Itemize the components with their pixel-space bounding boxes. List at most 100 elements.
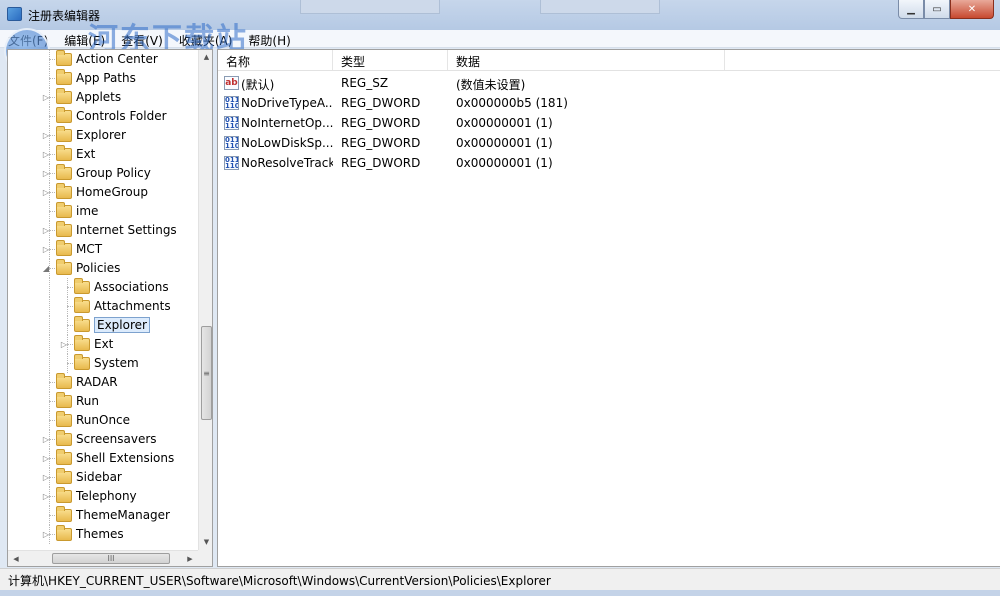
collapsed-arrow-icon[interactable]: ▷ xyxy=(41,472,51,483)
column-header-data[interactable]: 数据 xyxy=(448,50,725,70)
folder-icon xyxy=(56,240,72,256)
value-name: NoLowDiskSp... xyxy=(241,136,333,150)
value-data: 0x000000b5 (181) xyxy=(456,96,568,110)
collapsed-arrow-icon[interactable]: ▷ xyxy=(41,168,51,179)
value-name: NoResolveTrack xyxy=(241,156,333,170)
status-bar-path: 计算机\HKEY_CURRENT_USER\Software\Microsoft… xyxy=(0,568,1000,590)
background-window-tab xyxy=(540,0,660,14)
column-header-type[interactable]: 类型 xyxy=(333,50,448,70)
collapsed-arrow-icon[interactable]: ▷ xyxy=(41,453,51,464)
tree-horizontal-scrollbar[interactable]: ◀ III ▶ xyxy=(8,550,198,566)
tree-item[interactable]: System xyxy=(8,354,198,373)
tree-item[interactable]: ▷ Telephony xyxy=(8,487,198,506)
folder-icon xyxy=(56,430,72,446)
folder-icon xyxy=(74,316,90,332)
folder-icon xyxy=(56,506,72,522)
tree-item[interactable]: ▷ Applets xyxy=(8,88,198,107)
folder-icon xyxy=(56,259,72,275)
minimize-button[interactable]: ▁ xyxy=(898,0,924,19)
collapsed-arrow-icon[interactable]: ▷ xyxy=(41,529,51,540)
tree-item[interactable]: ▷ Internet Settings xyxy=(8,221,198,240)
tree-item-label: Attachments xyxy=(94,299,171,313)
window-title: 注册表编辑器 xyxy=(28,9,101,23)
scrollbar-corner xyxy=(198,550,212,566)
list-item[interactable]: 011 110 NoInternetOp... REG_DWORD 0x0000000… xyxy=(218,113,1000,133)
expanded-arrow-icon[interactable]: ◢ xyxy=(41,263,51,274)
tree-item[interactable]: ▷ Explorer xyxy=(8,126,198,145)
folder-icon xyxy=(56,126,72,142)
tree-item-label: Controls Folder xyxy=(76,109,167,123)
folder-icon xyxy=(56,164,72,180)
tree-item[interactable]: ▷ Shell Extensions xyxy=(8,449,198,468)
list-header: 名称 类型 数据 xyxy=(218,50,1000,71)
menu-help[interactable]: 帮助(H) xyxy=(240,30,298,48)
collapsed-arrow-icon[interactable]: ▷ xyxy=(41,491,51,502)
collapsed-arrow-icon[interactable]: ▷ xyxy=(41,187,51,198)
collapsed-arrow-icon[interactable]: ▷ xyxy=(41,130,51,141)
menu-favorites[interactable]: 收藏夹(A) xyxy=(171,30,241,48)
collapsed-arrow-icon[interactable]: ▷ xyxy=(41,244,51,255)
menu-file[interactable]: 文件(F) xyxy=(0,30,56,48)
folder-icon xyxy=(56,88,72,104)
scroll-right-arrow-icon[interactable]: ▶ xyxy=(182,551,198,566)
menu-bar: 文件(F) 编辑(E) 查看(V) 收藏夹(A) 帮助(H) xyxy=(0,30,1000,48)
tree-hscroll-thumb[interactable]: III xyxy=(52,553,170,564)
list-item[interactable]: 011 110 NoLowDiskSp... REG_DWORD 0x00000001… xyxy=(218,133,1000,153)
scroll-up-arrow-icon[interactable]: ▲ xyxy=(199,50,212,65)
tree-item[interactable]: Attachments xyxy=(8,297,198,316)
menu-edit[interactable]: 编辑(E) xyxy=(56,30,113,48)
tree-item[interactable]: Run xyxy=(8,392,198,411)
tree-item[interactable]: ▷ Ext xyxy=(8,145,198,164)
folder-icon xyxy=(56,50,72,66)
tree-item[interactable]: ▷ Ext xyxy=(8,335,198,354)
tree-item[interactable]: Explorer xyxy=(8,316,198,335)
scroll-left-arrow-icon[interactable]: ◀ xyxy=(8,551,24,566)
tree-item[interactable]: Action Center xyxy=(8,50,198,69)
tree-item[interactable]: ▷ Themes xyxy=(8,525,198,544)
list-item[interactable]: 011 110 NoDriveTypeA... REG_DWORD 0x000000b… xyxy=(218,93,1000,113)
collapsed-arrow-icon[interactable]: ▷ xyxy=(59,339,69,350)
tree-item[interactable]: App Paths xyxy=(8,69,198,88)
value-data: 0x00000001 (1) xyxy=(456,136,553,150)
tree-item[interactable]: ▷ Group Policy xyxy=(8,164,198,183)
tree-item-label: ime xyxy=(76,204,99,218)
list-item[interactable]: ab (默认) REG_SZ (数值未设置) xyxy=(218,73,1000,93)
collapsed-arrow-icon[interactable]: ▷ xyxy=(41,149,51,160)
registry-values-list[interactable]: 名称 类型 数据 ab (默认) REG_SZ (数值未设置) 011 110 NoDri… xyxy=(217,49,1000,567)
tree-item-label: Group Policy xyxy=(76,166,151,180)
tree-item[interactable]: ▷ MCT xyxy=(8,240,198,259)
value-type: REG_DWORD xyxy=(341,136,421,150)
collapsed-arrow-icon[interactable]: ▷ xyxy=(41,225,51,236)
dword-value-icon: 011 110 xyxy=(224,96,239,110)
tree-item[interactable]: ◢ Policies xyxy=(8,259,198,278)
dword-value-icon: 011 110 xyxy=(224,156,239,170)
folder-icon xyxy=(74,354,90,370)
folder-icon xyxy=(56,221,72,237)
tree-content: Action Center App Paths ▷ Applets Controls F… xyxy=(8,50,198,550)
window-bottom-border xyxy=(0,590,1000,596)
tree-item[interactable]: ▷ HomeGroup xyxy=(8,183,198,202)
tree-item[interactable]: ▷ Screensavers xyxy=(8,430,198,449)
tree-item[interactable]: RADAR xyxy=(8,373,198,392)
tree-item[interactable]: ▷ Sidebar xyxy=(8,468,198,487)
tree-item[interactable]: Controls Folder xyxy=(8,107,198,126)
list-item[interactable]: 011 110 NoResolveTrack REG_DWORD 0x00000001… xyxy=(218,153,1000,173)
maximize-button[interactable]: ▭ xyxy=(924,0,950,19)
folder-icon xyxy=(56,373,72,389)
tree-item-label: Run xyxy=(76,394,100,408)
menu-view[interactable]: 查看(V) xyxy=(113,30,171,48)
tree-item[interactable]: ime xyxy=(8,202,198,221)
tree-item[interactable]: Associations xyxy=(8,278,198,297)
tree-vertical-scrollbar[interactable]: ▲ ≡ ▼ xyxy=(198,50,212,550)
registry-key-tree[interactable]: Action Center App Paths ▷ Applets Controls F… xyxy=(7,49,213,567)
collapsed-arrow-icon[interactable]: ▷ xyxy=(41,92,51,103)
tree-item[interactable]: ThemeManager xyxy=(8,506,198,525)
column-header-name[interactable]: 名称 xyxy=(218,50,333,70)
tree-item[interactable]: RunOnce xyxy=(8,411,198,430)
scroll-down-arrow-icon[interactable]: ▼ xyxy=(199,535,212,550)
folder-icon xyxy=(56,411,72,427)
tree-scroll-thumb[interactable]: ≡ xyxy=(201,326,212,420)
collapsed-arrow-icon[interactable]: ▷ xyxy=(41,434,51,445)
folder-icon xyxy=(56,202,72,218)
close-button[interactable]: ✕ xyxy=(950,0,994,19)
